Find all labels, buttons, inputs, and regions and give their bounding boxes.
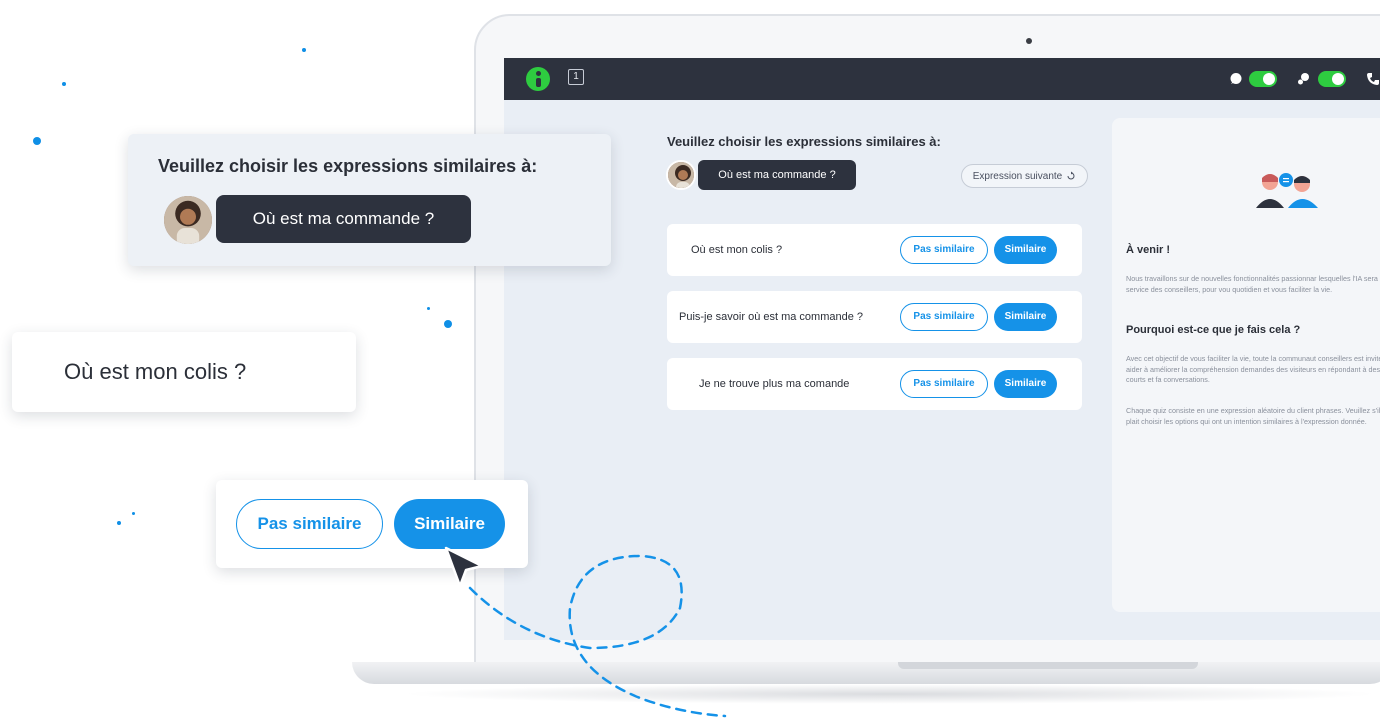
upcoming-heading: À venir ! xyxy=(1126,244,1171,256)
chat-bubble-icon xyxy=(1230,73,1242,84)
not-similar-button[interactable]: Pas similaire xyxy=(900,303,988,331)
phone-icon[interactable] xyxy=(1366,72,1380,86)
similar-button[interactable]: Similaire xyxy=(994,236,1057,264)
option-text: Puis-je savoir où est ma commande ? xyxy=(679,311,864,323)
not-similar-button[interactable]: Pas similaire xyxy=(900,236,988,264)
callout-title: Veuillez choisir les expressions similai… xyxy=(158,156,538,176)
laptop-notch xyxy=(898,662,1198,669)
quiz-title: Veuillez choisir les expressions similai… xyxy=(667,134,941,149)
refresh-icon xyxy=(1067,171,1075,180)
why-heading: Pourquoi est-ce que je fais cela ? xyxy=(1126,324,1301,336)
quiz-explanation-text: Chaque quiz consiste en une expression a… xyxy=(1126,406,1380,426)
option-text: Où est mon colis ? xyxy=(691,244,783,256)
why-text: Avec cet objectif de vous faciliter la v… xyxy=(1126,354,1380,384)
expression-bubble: Où est ma commande ? xyxy=(698,160,856,190)
option-row: Où est mon colis ? Pas similaire Similai… xyxy=(667,224,1082,276)
avatar xyxy=(666,160,696,190)
decor-dot xyxy=(33,137,41,145)
next-expression-button[interactable]: Expression suivante xyxy=(961,164,1088,188)
user-avatar-icon xyxy=(668,162,694,188)
callout-option-text: Où est mon colis ? xyxy=(64,359,247,384)
logo-icon[interactable] xyxy=(526,67,550,91)
decor-dot xyxy=(444,320,452,328)
callout-similar-button[interactable]: Similaire xyxy=(394,499,505,549)
callout-not-similar-button[interactable]: Pas similaire xyxy=(236,499,383,549)
avatar xyxy=(164,196,212,244)
title-callout: Veuillez choisir les expressions similai… xyxy=(128,134,611,266)
decor-dot xyxy=(62,82,66,86)
tab-count-badge[interactable]: 1 xyxy=(568,69,584,85)
option-row: Je ne trouve plus ma comande Pas similai… xyxy=(667,358,1082,410)
option-callout: Où est mon colis ? xyxy=(12,332,356,412)
decor-dot xyxy=(132,512,135,515)
callout-expression-bubble: Où est ma commande ? xyxy=(216,195,471,243)
user-avatar-icon xyxy=(164,196,212,244)
dashed-swirl-decor xyxy=(468,554,727,718)
info-panel: À venir ! Nous travaillons sur de nouvel… xyxy=(1112,118,1380,612)
conversations-toggle[interactable] xyxy=(1318,71,1346,87)
chat-users-icon xyxy=(1298,73,1309,85)
decor-dot xyxy=(302,48,306,52)
mouse-cursor-icon xyxy=(444,546,484,588)
decor-dot xyxy=(427,307,430,310)
top-bar: 1 xyxy=(504,58,1380,100)
camera-icon xyxy=(1026,38,1032,44)
option-text: Je ne trouve plus ma comande xyxy=(699,378,850,390)
similar-button[interactable]: Similaire xyxy=(994,303,1057,331)
not-similar-button[interactable]: Pas similaire xyxy=(900,370,988,398)
option-row: Puis-je savoir où est ma commande ? Pas … xyxy=(667,291,1082,343)
similar-button[interactable]: Similaire xyxy=(994,370,1057,398)
upcoming-text: Nous travaillons sur de nouvelles foncti… xyxy=(1126,274,1380,294)
people-equal-icon xyxy=(1256,173,1318,208)
decor-dot xyxy=(117,521,121,525)
next-expression-label: Expression suivante xyxy=(972,170,1063,182)
chat-toggle[interactable] xyxy=(1249,71,1277,87)
